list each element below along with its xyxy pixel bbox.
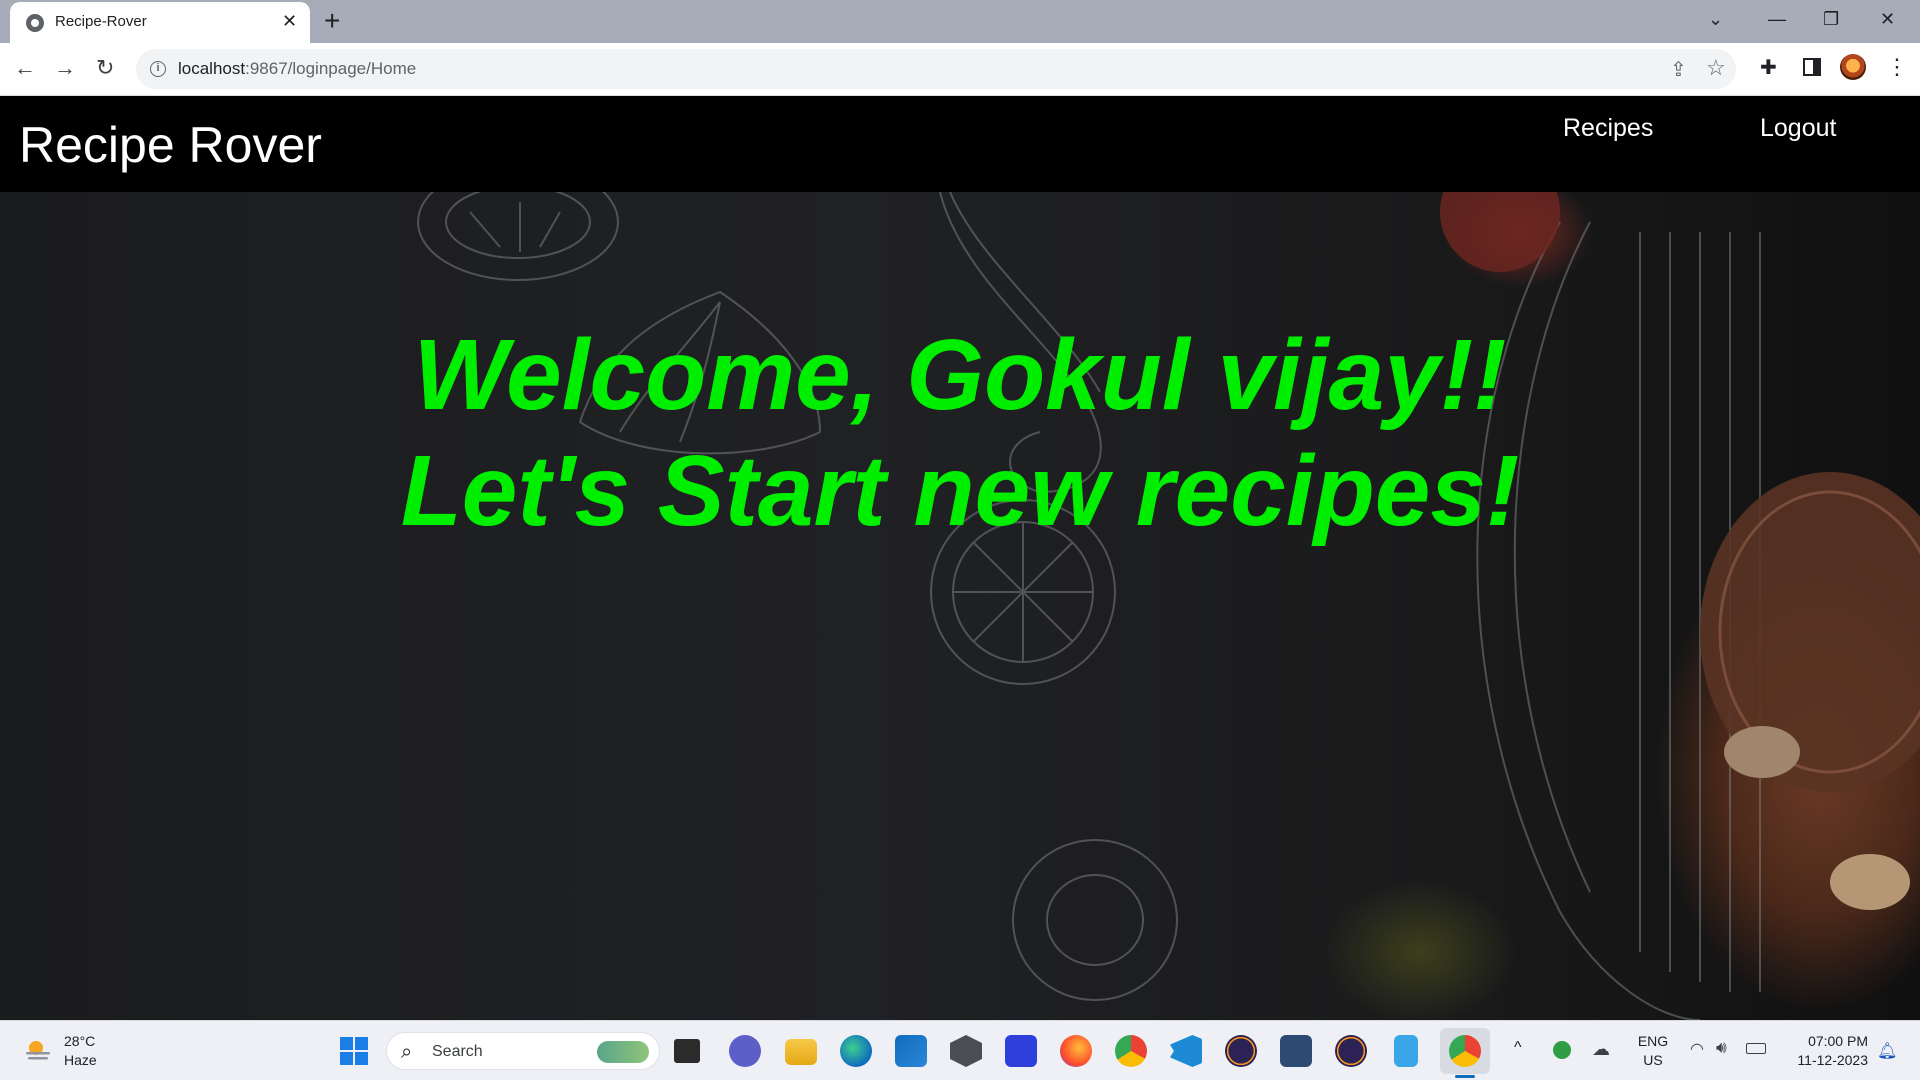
site-brand[interactable]: Recipe Rover — [19, 116, 322, 174]
chrome-icon[interactable] — [1115, 1035, 1147, 1067]
address-bar[interactable]: i localhost:9867/loginpage/Home ⇪ ☆ — [136, 49, 1736, 89]
restore-button[interactable]: ❐ — [1823, 8, 1839, 30]
chrome-active-icon[interactable] — [1449, 1035, 1481, 1067]
language-indicator[interactable]: ENG — [1633, 1033, 1673, 1049]
search-placeholder: Search — [432, 1043, 483, 1060]
weather-description[interactable]: Haze — [64, 1052, 97, 1068]
task-view-icon[interactable] — [674, 1039, 700, 1063]
clock-date[interactable]: 11-12-2023 — [1780, 1052, 1868, 1068]
browser-tab[interactable]: Recipe-Rover ✕ — [10, 2, 310, 43]
site-navbar: Recipe Rover Recipes Logout — [0, 96, 1920, 192]
mysql-workbench-icon[interactable] — [1280, 1035, 1312, 1067]
reload-button[interactable]: ↻ — [96, 55, 114, 81]
weather-temperature[interactable]: 28°C — [64, 1033, 95, 1049]
url-text: localhost:9867/loginpage/Home — [178, 59, 417, 78]
share-icon[interactable]: ⇪ — [1670, 57, 1687, 82]
chevron-up-icon[interactable]: ^ — [1514, 1039, 1522, 1057]
firefox-icon[interactable] — [1060, 1035, 1092, 1067]
side-panel-icon[interactable] — [1803, 58, 1821, 76]
welcome-heading: Welcome, Gokul vijay!! Let's Start new r… — [0, 317, 1920, 549]
minimize-button[interactable]: — — [1768, 8, 1786, 30]
volume-icon[interactable]: 🔊︎ — [1716, 1038, 1727, 1058]
site-info-icon[interactable]: i — [150, 61, 166, 77]
new-tab-button[interactable]: + — [324, 6, 340, 36]
browser-toolbar: ← → ↻ i localhost:9867/loginpage/Home ⇪ … — [0, 43, 1920, 96]
notepad-icon[interactable] — [1394, 1035, 1418, 1067]
back-button[interactable]: ← — [14, 55, 36, 81]
vscode-icon[interactable] — [1170, 1035, 1202, 1067]
forward-button[interactable]: → — [54, 55, 76, 81]
edge-browser-icon[interactable] — [840, 1035, 872, 1067]
tab-search-icon[interactable]: ⌄ — [1708, 8, 1723, 30]
globe-icon — [26, 14, 44, 32]
wifi-icon[interactable]: ◠ — [1690, 1039, 1704, 1059]
tagline-line: Let's Start new recipes! — [400, 435, 1520, 547]
tab-title: Recipe-Rover — [55, 13, 147, 30]
mongodb-compass-icon[interactable] — [1005, 1035, 1037, 1067]
nav-link-logout[interactable]: Logout — [1760, 114, 1836, 143]
notification-bell-icon[interactable]: 🔔︎ — [1877, 1041, 1897, 1061]
clock-time[interactable]: 07:00 PM — [1780, 1033, 1868, 1049]
battery-icon[interactable] — [1746, 1043, 1766, 1054]
search-highlight-icon — [597, 1041, 649, 1063]
eclipse-icon[interactable] — [1225, 1035, 1257, 1067]
nav-link-recipes[interactable]: Recipes — [1563, 114, 1653, 143]
hero-banner: Welcome, Gokul vijay!! Let's Start new r… — [0, 192, 1920, 1020]
unity-hub-icon[interactable] — [950, 1035, 982, 1067]
taskbar-search[interactable]: ⌕ Search — [386, 1032, 660, 1070]
close-tab-icon[interactable]: ✕ — [282, 11, 297, 31]
active-indicator — [1455, 1075, 1475, 1078]
windows-taskbar: 28°C Haze ⌕ Search ^ ☁ ENG US ◠ 🔊︎ 07:00… — [0, 1020, 1920, 1080]
microsoft-store-icon[interactable] — [895, 1035, 927, 1067]
kebab-menu-icon[interactable]: ⋮ — [1886, 56, 1908, 78]
teams-chat-icon[interactable] — [729, 1035, 761, 1067]
browser-tabstrip: Recipe-Rover ✕ + ⌄ — ❐ ✕ — [0, 0, 1920, 43]
bookmark-star-icon[interactable]: ☆ — [1706, 55, 1726, 81]
close-window-button[interactable]: ✕ — [1880, 8, 1895, 30]
onedrive-cloud-icon[interactable]: ☁ — [1592, 1039, 1610, 1060]
file-explorer-icon[interactable] — [785, 1039, 817, 1065]
tray-app-icon[interactable] — [1553, 1041, 1571, 1059]
weather-haze-icon[interactable] — [24, 1038, 52, 1062]
eclipse-ee-icon[interactable] — [1335, 1035, 1367, 1067]
web-page: Recipe Rover Recipes Logout Welcome, Gok… — [0, 96, 1920, 1020]
region-indicator[interactable]: US — [1633, 1052, 1673, 1068]
welcome-line: Welcome, Gokul vijay!! — [413, 319, 1507, 431]
search-icon: ⌕ — [401, 1041, 413, 1063]
windows-start-icon[interactable] — [339, 1036, 369, 1066]
profile-avatar[interactable] — [1840, 54, 1866, 80]
extensions-icon[interactable]: ✚ — [1760, 55, 1777, 80]
